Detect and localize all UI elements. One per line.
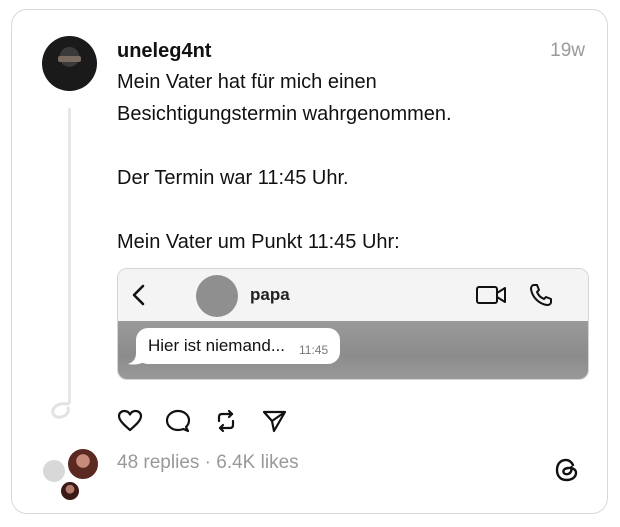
post-text-line-2: Besichtigungstermin wahrgenommen. (117, 103, 452, 125)
action-bar (117, 406, 287, 436)
threads-logo-icon[interactable] (553, 456, 581, 484)
thread-loop-icon (51, 402, 70, 419)
message-text: Hier ist niemand... (148, 336, 285, 355)
message-time: 11:45 (299, 343, 329, 357)
username[interactable]: uneleg4nt (117, 40, 211, 63)
video-call-icon (476, 286, 506, 304)
post-text-line-3: Der Termin war 11:45 Uhr. (117, 167, 349, 189)
post-card: uneleg4nt 19w Mein Vater hat für mich ei… (11, 9, 608, 514)
contact-name: papa (250, 285, 290, 304)
post-text-line-4: Mein Vater um Punkt 11:45 Uhr: (117, 231, 400, 253)
thread-line (68, 108, 71, 404)
embedded-screenshot[interactable]: papa Hier ist niemand... 11:45 (117, 268, 589, 380)
comment-icon[interactable] (165, 408, 191, 434)
contact-avatar (196, 275, 238, 317)
post-time: 19w (550, 40, 585, 61)
share-icon[interactable] (261, 408, 287, 434)
replier-avatar-1 (41, 458, 67, 484)
replier-avatar-3 (59, 480, 81, 502)
phone-icon (530, 284, 552, 306)
back-arrow-icon (132, 284, 145, 306)
replies-likes-count[interactable]: 48 replies · 6.4K likes (117, 452, 299, 474)
post-text-line-1: Mein Vater hat für mich einen (117, 71, 377, 93)
chat-header: papa (118, 269, 588, 321)
heart-icon[interactable] (117, 408, 143, 434)
author-avatar[interactable] (42, 36, 97, 91)
message-bubble: Hier ist niemand... 11:45 (136, 328, 341, 364)
repost-icon[interactable] (213, 408, 239, 434)
replier-avatar-2 (66, 447, 100, 481)
